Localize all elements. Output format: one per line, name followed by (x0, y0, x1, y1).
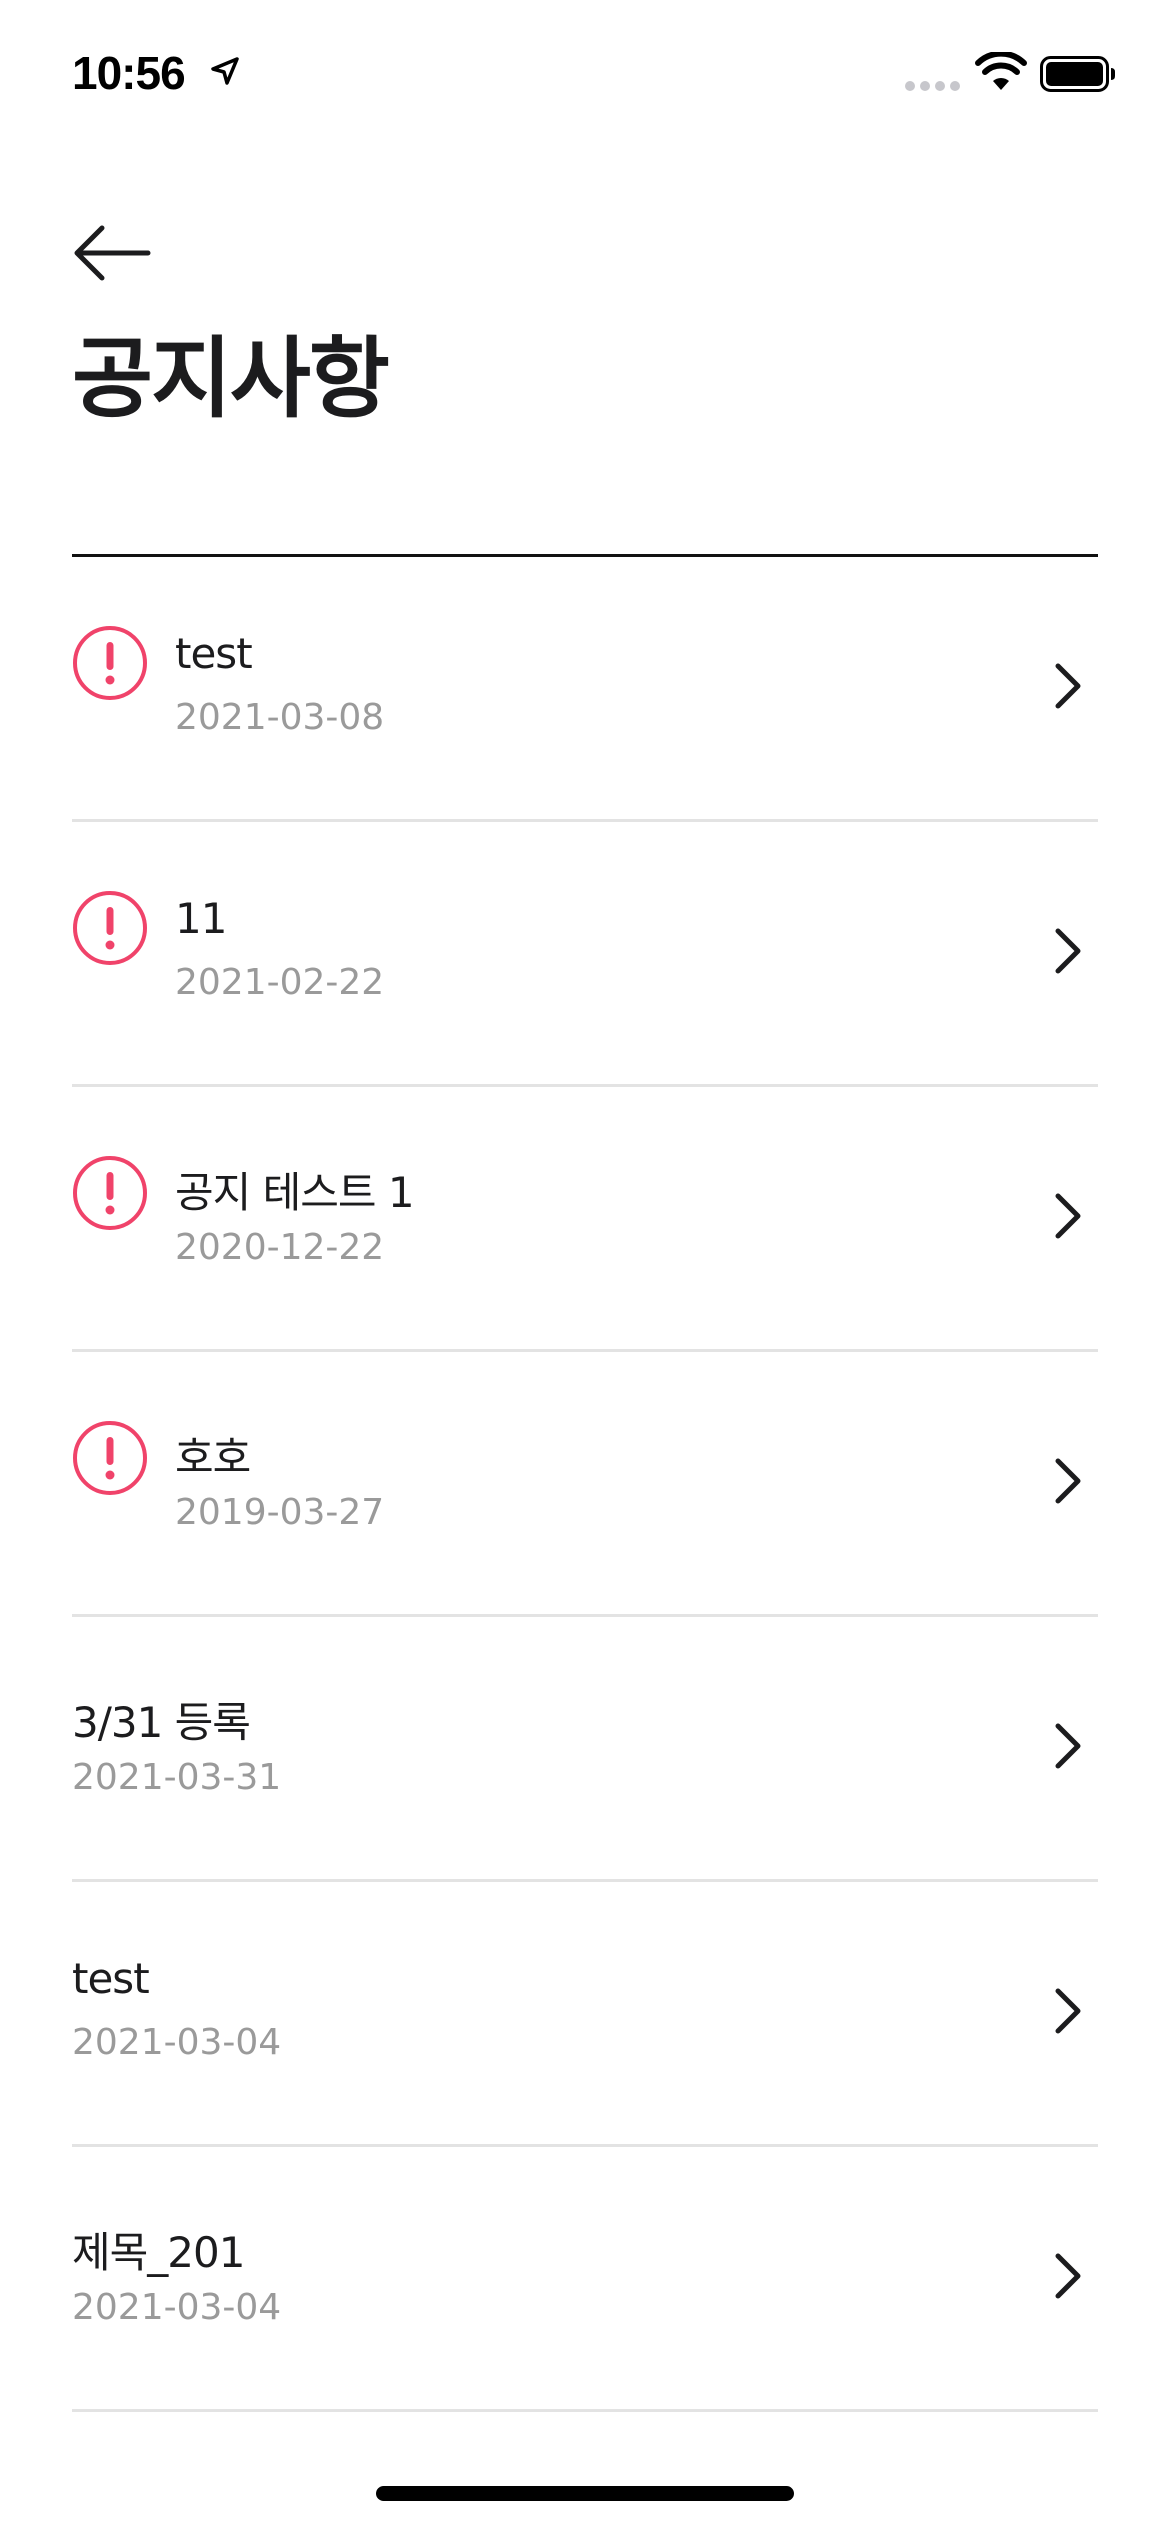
home-indicator[interactable] (376, 2486, 794, 2501)
location-arrow-icon (211, 57, 239, 85)
notice-title: 3/31 등록 (72, 1698, 251, 1747)
notice-list: test 2021-03-08 11 2021-02-22 공지 테스트 1 2… (72, 557, 1098, 2412)
chevron-right-icon (1055, 2253, 1081, 2299)
notice-item[interactable]: 호호 2019-03-27 (72, 1352, 1098, 1617)
notice-date: 2021-03-31 (72, 1757, 282, 1798)
notice-item[interactable]: test 2021-03-08 (72, 557, 1098, 822)
alert-icon (73, 1156, 147, 1230)
notice-item[interactable]: test 2021-03-04 (72, 1882, 1098, 2147)
notice-item[interactable]: 제목_201 2021-03-04 (72, 2147, 1098, 2412)
chevron-right-icon (1055, 1723, 1081, 1769)
chevron-right-icon (1055, 1458, 1081, 1504)
chevron-right-icon (1055, 928, 1081, 974)
alert-icon (73, 626, 147, 700)
status-time: 10:56 (72, 47, 186, 99)
notice-title: 제목_201 (72, 2228, 245, 2277)
page-title: 공지사항 (72, 327, 390, 430)
notice-title: 공지 테스트 1 (175, 1168, 415, 1217)
chevron-right-icon (1055, 1988, 1081, 2034)
wifi-icon (975, 52, 1027, 90)
notice-date: 2021-03-04 (72, 2287, 282, 2328)
notice-item[interactable]: 공지 테스트 1 2020-12-22 (72, 1087, 1098, 1352)
notice-title: 호호 (175, 1433, 251, 1482)
chevron-right-icon (1055, 663, 1081, 709)
back-arrow-icon (74, 225, 151, 281)
alert-icon (73, 891, 147, 965)
status-bar: 10:56 (0, 0, 1170, 150)
notice-date: 2021-03-08 (175, 697, 385, 738)
notice-title: test (72, 1954, 150, 2003)
notice-date: 2020-12-22 (175, 1227, 385, 1268)
cellular-signal-icon (905, 81, 960, 91)
notice-date: 2019-03-27 (175, 1492, 385, 1533)
notice-item[interactable]: 11 2021-02-22 (72, 822, 1098, 1087)
notice-title: 11 (175, 894, 227, 943)
back-button[interactable] (72, 218, 152, 288)
alert-icon (73, 1421, 147, 1495)
battery-icon (1040, 56, 1115, 92)
chevron-right-icon (1055, 1193, 1081, 1239)
notice-item[interactable]: 3/31 등록 2021-03-31 (72, 1617, 1098, 1882)
notice-date: 2021-02-22 (175, 962, 385, 1003)
notice-title: test (175, 629, 253, 678)
notice-date: 2021-03-04 (72, 2022, 282, 2063)
